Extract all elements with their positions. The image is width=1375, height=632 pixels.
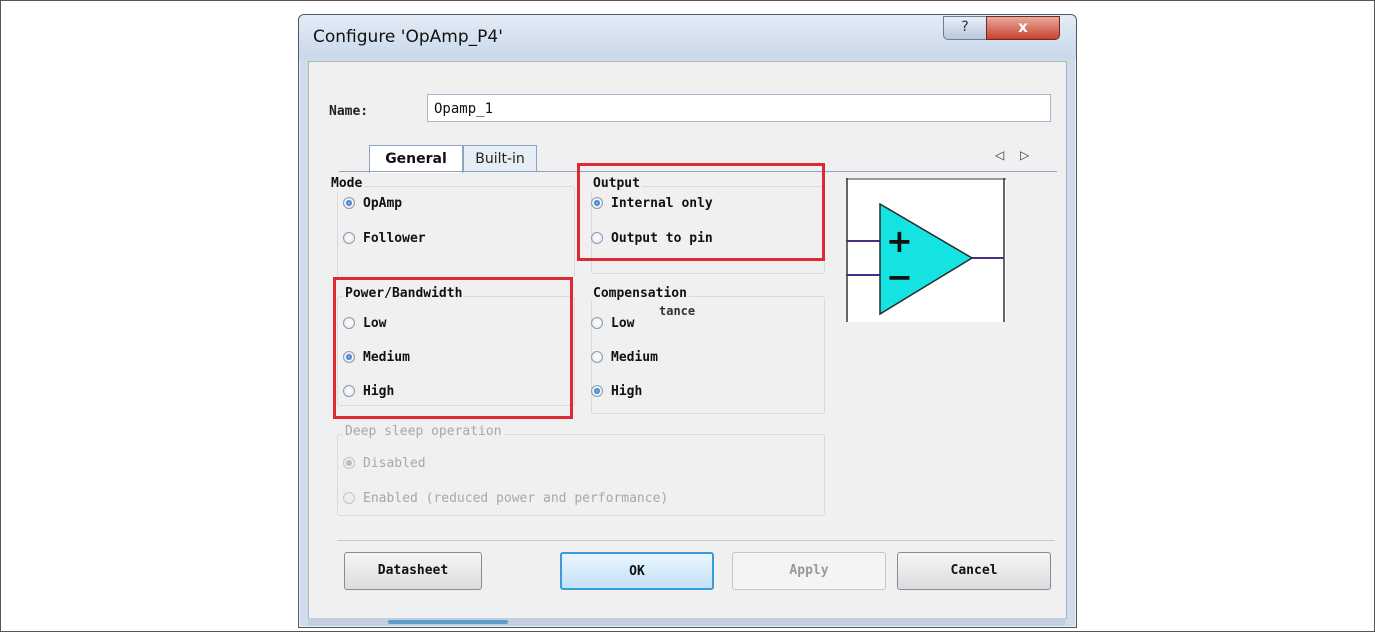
cancel-button[interactable]: Cancel: [897, 552, 1051, 590]
compensation-high-radio[interactable]: High: [591, 384, 642, 399]
opamp-symbol-icon: + −: [846, 178, 1006, 322]
compensation-title: Compensation: [591, 286, 689, 301]
radio-empty-icon: [591, 317, 603, 329]
title-bar: Configure 'OpAmp_P4' ? x: [299, 15, 1076, 59]
compensation-overlap-text: tance: [659, 304, 696, 318]
radio-empty-icon: [343, 492, 355, 504]
output-highlight-box: [577, 163, 825, 261]
opamp-symbol-panel: + −: [846, 178, 1006, 322]
help-button[interactable]: ?: [943, 16, 987, 40]
configure-dialog: Configure 'OpAmp_P4' ? x Name: Opamp_1 G…: [298, 14, 1077, 628]
mode-opamp-radio[interactable]: OpAmp: [343, 196, 402, 211]
plus-sign: +: [886, 222, 913, 260]
tab-scroll-arrows[interactable]: ◁ ▷: [995, 148, 1035, 162]
radio-selected-icon: [591, 385, 603, 397]
radio-selected-icon: [343, 197, 355, 209]
power-bandwidth-highlight-box: [333, 277, 573, 419]
ok-button[interactable]: OK: [560, 552, 714, 590]
deep-sleep-enabled-radio[interactable]: Enabled (reduced power and performance): [343, 491, 668, 506]
compensation-medium-radio[interactable]: Medium: [591, 350, 658, 365]
radio-selected-icon: [343, 457, 355, 469]
tab-built-in[interactable]: Built-in: [463, 145, 537, 172]
window-title: Configure 'OpAmp_P4': [313, 27, 503, 47]
name-label: Name:: [329, 104, 369, 119]
button-separator: [337, 540, 1055, 541]
minus-sign: −: [886, 258, 913, 296]
radio-empty-icon: [591, 351, 603, 363]
deep-sleep-title: Deep sleep operation: [343, 424, 504, 439]
mode-follower-radio[interactable]: Follower: [343, 231, 426, 246]
tab-general[interactable]: General: [369, 145, 463, 173]
name-input[interactable]: Opamp_1: [427, 94, 1051, 122]
status-strip: [308, 618, 1065, 626]
deep-sleep-disabled-radio[interactable]: Disabled: [343, 456, 426, 471]
radio-empty-icon: [343, 232, 355, 244]
compensation-low-radio[interactable]: Low: [591, 316, 634, 331]
apply-button[interactable]: Apply: [732, 552, 886, 590]
mode-group-title: Mode: [329, 176, 365, 191]
datasheet-button[interactable]: Datasheet: [344, 552, 482, 590]
progress-glow: [388, 620, 508, 624]
dialog-client-area: Name: Opamp_1 General Built-in ◁ ▷ Mode …: [308, 61, 1067, 619]
close-button[interactable]: x: [986, 16, 1060, 40]
